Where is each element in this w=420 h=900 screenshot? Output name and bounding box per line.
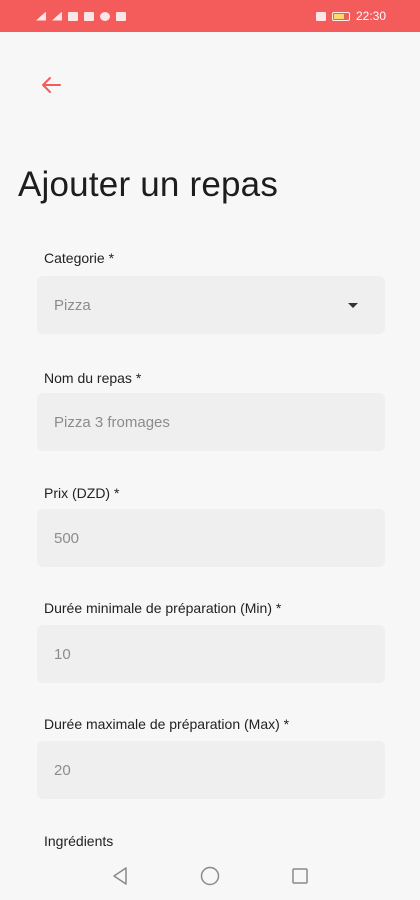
nav-recents-button[interactable] [289, 865, 311, 887]
max-prep-input[interactable]: 20 [37, 741, 385, 799]
min-prep-value: 10 [54, 645, 71, 663]
app-icon [116, 11, 126, 21]
status-bar: 22:30 [0, 0, 420, 32]
nav-recents-icon [292, 868, 308, 884]
ingredients-label: Ingrédients [44, 833, 114, 849]
min-prep-input[interactable]: 10 [37, 625, 385, 683]
back-arrow-icon [42, 77, 61, 93]
signal-icon [36, 11, 46, 21]
dropdown-caret-icon [348, 302, 358, 308]
status-icons-left [36, 11, 126, 21]
system-nav-bar [0, 852, 420, 900]
notification-icon [68, 11, 78, 21]
sim-icon [84, 11, 94, 21]
nav-home-icon [200, 866, 220, 886]
category-select[interactable]: Pizza [37, 276, 385, 334]
meal-name-value: Pizza 3 fromages [54, 413, 170, 431]
meal-name-label: Nom du repas * [44, 370, 142, 386]
nav-back-icon [113, 867, 127, 885]
category-label: Categorie * [44, 250, 115, 266]
battery-icon [331, 11, 350, 21]
meal-name-input[interactable]: Pizza 3 fromages [37, 393, 385, 451]
signal-icon [52, 11, 62, 21]
price-input[interactable]: 500 [37, 509, 385, 567]
nav-home-button[interactable] [199, 865, 221, 887]
back-button[interactable] [36, 70, 66, 100]
nfc-icon [315, 11, 326, 21]
nav-back-button[interactable] [109, 865, 131, 887]
status-icons-right: 22:30 [315, 9, 386, 23]
price-value: 500 [54, 529, 80, 547]
max-prep-value: 20 [54, 761, 71, 779]
status-time: 22:30 [355, 9, 386, 23]
category-value: Pizza [54, 296, 91, 314]
max-prep-label: Durée maximale de préparation (Max) * [44, 716, 290, 732]
page-title: Ajouter un repas [18, 165, 279, 204]
min-prep-label: Durée minimale de préparation (Min) * [44, 600, 282, 616]
whatsapp-icon [100, 11, 110, 21]
price-label: Prix (DZD) * [44, 485, 120, 501]
